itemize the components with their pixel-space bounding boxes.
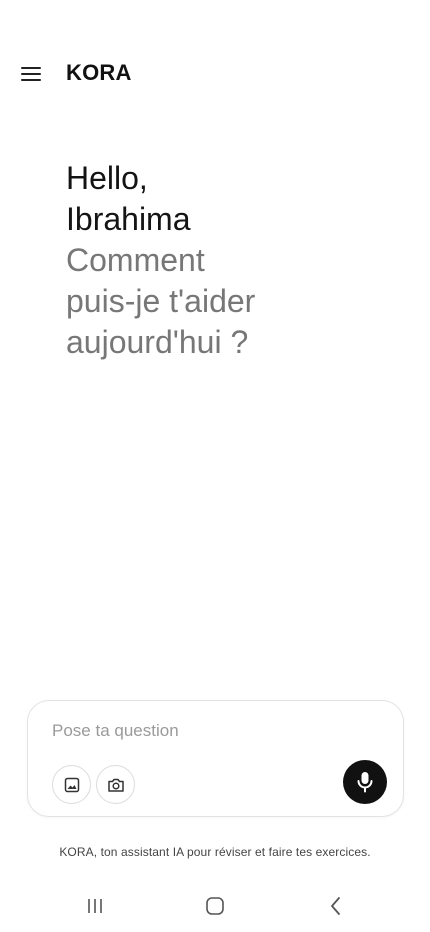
greeting-prompt: puis-je t'aider — [66, 283, 256, 319]
footer-note: KORA, ton assistant IA pour réviser et f… — [59, 845, 371, 859]
image-upload-button[interactable] — [52, 765, 91, 804]
home-icon[interactable] — [200, 894, 230, 918]
hamburger-menu-icon[interactable] — [14, 59, 48, 89]
header: KORA — [0, 56, 430, 92]
app-screen: KORA Hello, Ibrahima Comment puis-je t'a… — [0, 0, 430, 932]
system-navigation-bar — [0, 890, 430, 922]
greeting: Hello, Ibrahima Comment puis-je t'aider … — [66, 158, 366, 363]
menu-bar — [21, 79, 41, 81]
back-icon[interactable] — [321, 894, 351, 918]
microphone-button[interactable] — [343, 760, 387, 804]
menu-bar — [21, 67, 41, 69]
app-title: KORA — [66, 60, 132, 85]
recents-icon[interactable] — [80, 894, 110, 918]
greeting-prompt: aujourd'hui ? — [66, 324, 249, 360]
greeting-user-name: Ibrahima — [66, 201, 191, 237]
greeting-prompt: Comment — [66, 242, 205, 278]
microphone-icon — [357, 772, 373, 793]
menu-bar — [21, 73, 41, 75]
camera-icon — [107, 778, 124, 792]
question-composer — [27, 700, 404, 817]
image-icon — [64, 777, 79, 792]
camera-button[interactable] — [96, 765, 135, 804]
question-input[interactable] — [52, 717, 352, 745]
greeting-hello: Hello, — [66, 160, 148, 196]
